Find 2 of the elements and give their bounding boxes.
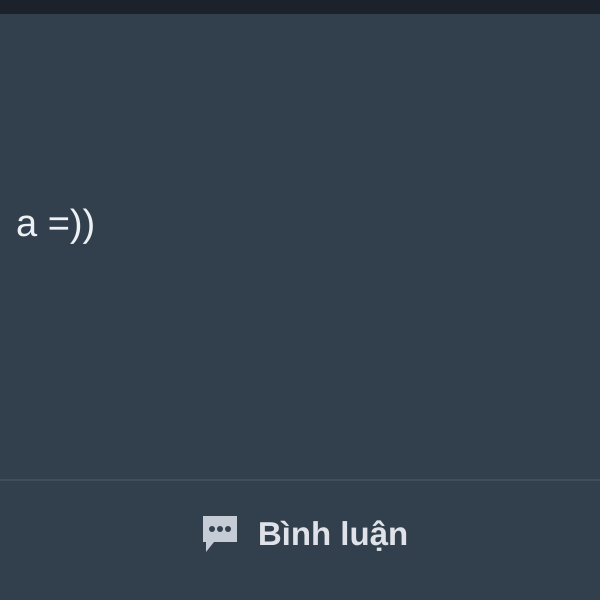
- comment-button[interactable]: Bình luận: [200, 514, 408, 554]
- post-text: a =)): [16, 202, 96, 246]
